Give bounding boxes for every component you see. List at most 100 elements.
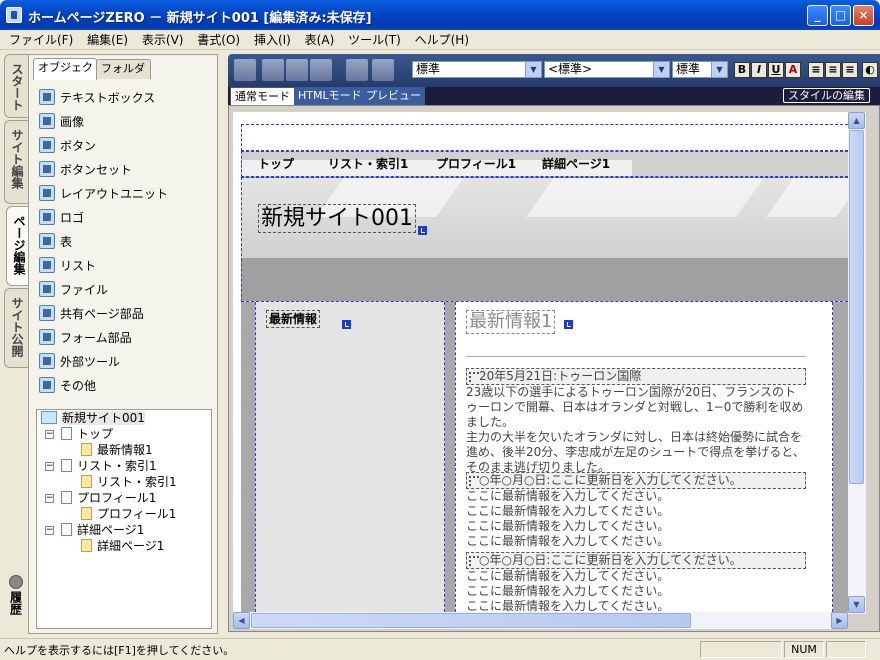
nav-bar[interactable]: トップ リスト・索引1 プロフィール1 詳細ページ1: [241, 151, 853, 177]
font-color-button[interactable]: A: [785, 62, 801, 78]
align-left-icon[interactable]: ≡: [808, 62, 824, 78]
tree-root[interactable]: 新規サイト001: [37, 410, 211, 426]
nav-link-profile[interactable]: プロフィール1: [436, 155, 516, 172]
page-editor: トップ リスト・索引1 プロフィール1 詳細ページ1 新規サイト001 最新情報…: [228, 105, 880, 632]
char-style-select[interactable]: <標準> ▼: [544, 61, 670, 78]
tab-objects[interactable]: オブジェクト: [33, 58, 104, 80]
tree-node[interactable]: − プロフィール1: [37, 490, 211, 506]
more-tools-icon[interactable]: ◐: [862, 62, 878, 78]
scroll-down-icon[interactable]: ▼: [848, 596, 865, 613]
object-file[interactable]: ファイル: [35, 277, 211, 301]
scroll-up-icon[interactable]: ▲: [848, 112, 865, 129]
history-button[interactable]: 履歴: [5, 575, 27, 618]
side-tab-start[interactable]: スタート: [4, 54, 28, 118]
object-shared-part[interactable]: 共有ページ部品: [35, 301, 211, 325]
left-news-heading[interactable]: 最新情報: [266, 310, 321, 328]
object-button[interactable]: ボタン: [35, 133, 211, 157]
menu-tools[interactable]: ツール(T): [343, 30, 406, 50]
site-banner[interactable]: 新規サイト001: [241, 177, 853, 302]
paste-icon[interactable]: [310, 59, 332, 81]
left-column[interactable]: 最新情報: [255, 302, 445, 614]
button-icon: [39, 137, 55, 153]
bold-button[interactable]: B: [734, 62, 750, 78]
vertical-scroll-thumb[interactable]: [849, 130, 864, 484]
object-textbox[interactable]: テキストボックス: [35, 85, 211, 109]
object-external-tool[interactable]: 外部ツール: [35, 349, 211, 373]
italic-button[interactable]: I: [751, 62, 767, 78]
nav-link-list[interactable]: リスト・索引1: [328, 155, 408, 172]
news-entry[interactable]: 20年5月21日:トゥーロン国際 23歳以下の選手によるトゥーロン国際が20日、…: [466, 368, 806, 475]
align-center-icon[interactable]: ≡: [825, 62, 841, 78]
nav-link-top[interactable]: トップ: [258, 155, 294, 172]
horizontal-scrollbar[interactable]: ◀ ▶: [233, 612, 848, 629]
page-canvas[interactable]: トップ リスト・索引1 プロフィール1 詳細ページ1 新規サイト001 最新情報…: [233, 112, 857, 614]
news-title[interactable]: 最新情報1: [466, 310, 556, 334]
news-entry[interactable]: ○年○月○日:ここに更新日を入力してください。 ここに最新情報を入力してください…: [466, 472, 806, 549]
app-icon[interactable]: [6, 7, 22, 23]
style-edit-button[interactable]: スタイルの編集: [783, 88, 870, 103]
collapse-icon[interactable]: −: [45, 494, 54, 503]
minimize-button[interactable]: _: [807, 5, 828, 26]
collapse-icon[interactable]: −: [45, 430, 54, 439]
font-size-select[interactable]: 標準 ▼: [672, 61, 728, 78]
maximize-button[interactable]: □: [830, 5, 851, 26]
object-table[interactable]: 表: [35, 229, 211, 253]
horizontal-scroll-thumb[interactable]: [251, 613, 691, 628]
menu-edit[interactable]: 編集(E): [82, 30, 133, 50]
tab-preview[interactable]: プレビュー: [362, 87, 425, 105]
undo-icon[interactable]: [346, 59, 368, 81]
scroll-right-icon[interactable]: ▶: [831, 612, 848, 629]
scroll-left-icon[interactable]: ◀: [233, 612, 250, 629]
other-icon: [39, 377, 55, 393]
menu-table[interactable]: 表(A): [300, 30, 340, 50]
menu-file[interactable]: ファイル(F): [4, 30, 78, 50]
nav-link-detail[interactable]: 詳細ページ1: [542, 155, 610, 172]
tab-html-mode[interactable]: HTMLモード: [294, 87, 367, 105]
tree-leaf[interactable]: 詳細ページ1: [37, 538, 211, 554]
tree-leaf[interactable]: リスト・索引1: [37, 474, 211, 490]
object-form-part[interactable]: フォーム部品: [35, 325, 211, 349]
object-buttonset[interactable]: ボタンセット: [35, 157, 211, 181]
object-other[interactable]: その他: [35, 373, 211, 397]
side-tab-page-edit[interactable]: ページ編集: [6, 206, 30, 286]
image-icon: [39, 113, 55, 129]
menu-format[interactable]: 書式(O): [192, 30, 245, 50]
mode-tabs: 通常モード HTMLモード プレビュー スタイルの編集: [228, 87, 880, 105]
align-right-icon[interactable]: ≡: [842, 62, 858, 78]
object-list-item[interactable]: リスト: [35, 253, 211, 277]
collapse-icon[interactable]: −: [45, 526, 54, 535]
tree-node[interactable]: − トップ: [37, 426, 211, 442]
tree-node[interactable]: − 詳細ページ1: [37, 522, 211, 538]
object-layout-unit[interactable]: レイアウトユニット: [35, 181, 211, 205]
tree-leaf[interactable]: プロフィール1: [37, 506, 211, 522]
paragraph-style-select[interactable]: 標準 ▼: [412, 61, 542, 78]
tab-normal-mode[interactable]: 通常モード: [230, 87, 295, 105]
tree-node[interactable]: − リスト・索引1: [37, 458, 211, 474]
collapse-icon[interactable]: −: [45, 462, 54, 471]
side-tab-site-publish[interactable]: サイト公開: [4, 288, 28, 368]
checkbox-icon: [39, 329, 55, 345]
tree-leaf[interactable]: 最新情報1: [37, 442, 211, 458]
menu-view[interactable]: 表示(V): [137, 30, 189, 50]
close-button[interactable]: ×: [853, 5, 874, 26]
right-column[interactable]: 最新情報1 20年5月21日:トゥーロン国際 23歳以下の選手によるトゥーロン国…: [455, 302, 833, 614]
object-logo[interactable]: ロゴ: [35, 205, 211, 229]
menu-insert[interactable]: 挿入(I): [249, 30, 296, 50]
cut-icon[interactable]: [262, 59, 284, 81]
side-tab-site-edit[interactable]: サイト編集: [4, 120, 28, 204]
news-entry[interactable]: ○年○月○日:ここに更新日を入力してください。 ここに最新情報を入力してください…: [466, 552, 806, 614]
status-bar: ヘルプを表示するには[F1]を押してください。 NUM: [0, 638, 880, 660]
layout-unit-icon: [39, 185, 55, 201]
menu-help[interactable]: ヘルプ(H): [410, 30, 474, 50]
header-area[interactable]: [241, 124, 853, 151]
object-image[interactable]: 画像: [35, 109, 211, 133]
site-title[interactable]: 新規サイト001: [258, 204, 416, 233]
underline-button[interactable]: U: [768, 62, 784, 78]
redo-icon[interactable]: [372, 59, 394, 81]
external-tool-icon: [39, 353, 55, 369]
tab-folders[interactable]: フォルダ: [96, 59, 151, 79]
copy-icon[interactable]: [286, 59, 308, 81]
vertical-scrollbar[interactable]: ▲ ▼: [848, 112, 866, 614]
save-icon[interactable]: [234, 59, 256, 81]
part-icon: [81, 475, 92, 488]
